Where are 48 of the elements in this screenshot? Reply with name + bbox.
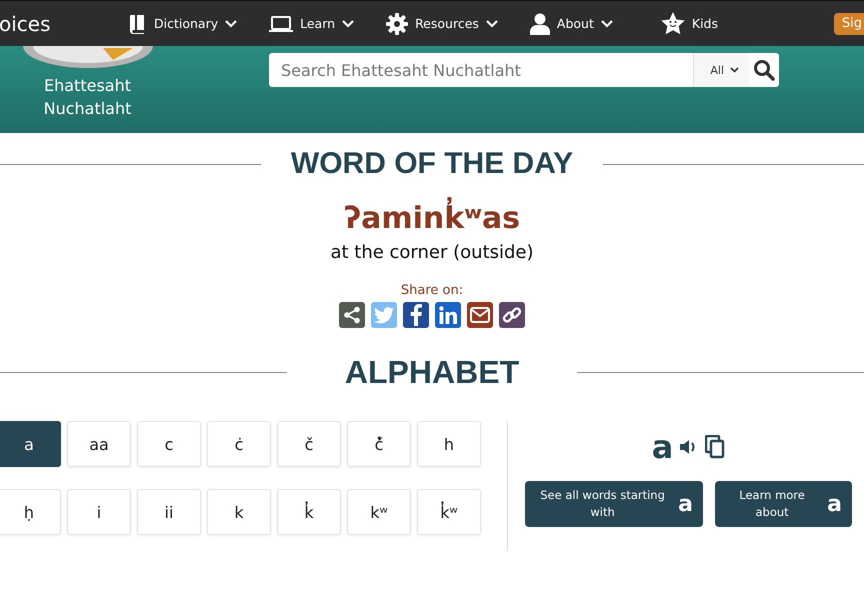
letter-tile[interactable]: ḥ bbox=[0, 489, 61, 535]
current-letter: a bbox=[652, 429, 674, 465]
nav-menu-item[interactable]: Resources bbox=[386, 12, 498, 35]
nav-menu-item[interactable]: About bbox=[530, 12, 613, 35]
letter-tile[interactable]: h bbox=[417, 421, 481, 467]
site-name[interactable]: oices bbox=[0, 12, 129, 36]
section-heading: ALPHABET bbox=[344, 354, 520, 391]
smiling-star-icon bbox=[660, 12, 685, 35]
search-icon[interactable] bbox=[753, 59, 775, 81]
letter-tile[interactable]: k bbox=[207, 489, 271, 535]
letter-tile[interactable]: k̓ bbox=[277, 489, 341, 535]
chevron-down-icon bbox=[730, 67, 739, 73]
share-icon bbox=[343, 306, 361, 324]
letter-tile[interactable]: k̓ʷ bbox=[417, 489, 481, 535]
linkedin-share-button[interactable] bbox=[435, 302, 461, 328]
linkedin-icon bbox=[439, 306, 457, 324]
letter-tile[interactable]: i bbox=[67, 489, 131, 535]
scope-dropdown[interactable]: All bbox=[693, 53, 749, 87]
bird-icon bbox=[374, 306, 394, 324]
nav-menu-item[interactable]: Dictionary bbox=[129, 12, 238, 35]
book-icon bbox=[129, 14, 147, 34]
share-share-button[interactable] bbox=[339, 302, 365, 328]
letter-tile[interactable]: č bbox=[277, 421, 341, 467]
letter-tile[interactable]: ċ bbox=[207, 421, 271, 467]
facebook-icon bbox=[410, 304, 422, 326]
person-icon bbox=[530, 12, 550, 34]
word-translation: at the corner (outside) bbox=[330, 242, 534, 263]
letter-tile[interactable]: a bbox=[0, 421, 61, 467]
letter-tile[interactable]: aa bbox=[67, 421, 131, 467]
section-heading: WORD OF THE DAY bbox=[290, 147, 574, 181]
letter-tile[interactable]: kʷ bbox=[347, 489, 411, 535]
laptop-icon bbox=[269, 14, 294, 32]
copy-icon[interactable] bbox=[705, 435, 726, 459]
letter-tile[interactable]: ii bbox=[137, 489, 201, 535]
search-field[interactable]: Search Ehattesaht Nuchatlaht All bbox=[269, 53, 779, 87]
nav-menu-item[interactable]: Learn bbox=[269, 12, 354, 35]
link-icon bbox=[502, 305, 522, 325]
learn-more-button[interactable]: Learn more about a bbox=[715, 481, 852, 527]
see-all-words-button[interactable]: See all words starting with a bbox=[525, 481, 703, 527]
link-share-button[interactable] bbox=[499, 302, 525, 328]
nav-menu-item[interactable]: Kids bbox=[660, 12, 718, 35]
share-label: Share on: bbox=[400, 283, 464, 298]
letter-tile[interactable]: c bbox=[137, 421, 201, 467]
facebook-share-button[interactable] bbox=[403, 302, 429, 328]
letter-tile[interactable]: č̓ bbox=[347, 421, 411, 467]
email-share-button[interactable] bbox=[467, 302, 493, 328]
envelope-icon bbox=[470, 307, 490, 323]
community-name: Ehattesaht Nuchatlaht bbox=[42, 75, 132, 120]
